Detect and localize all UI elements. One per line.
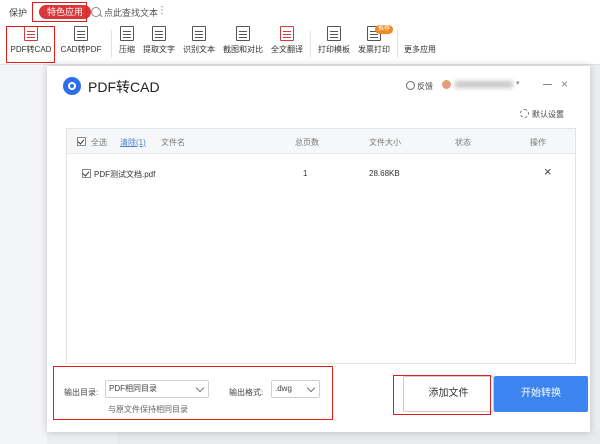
file-table: 全选 清除(1) 文件名 总页数 文件大小 状态 操作 PDF测试文档.pdf … — [66, 128, 576, 364]
avatar[interactable] — [442, 80, 451, 89]
ribbon-separator — [310, 30, 311, 58]
compress-button[interactable]: 压缩 — [115, 25, 139, 61]
header-action: 操作 — [530, 138, 546, 147]
extract-text-button[interactable]: 提取文字 — [141, 25, 177, 61]
select-all-label: 全选 — [91, 138, 107, 147]
ribbon-separator — [111, 30, 112, 58]
app-logo-icon — [63, 77, 81, 95]
default-settings-button[interactable]: 默认设置 — [520, 109, 564, 120]
document-area — [117, 431, 600, 444]
invoice-print-label: 发票打印 — [358, 45, 390, 54]
clear-link[interactable]: 清除(1) — [120, 137, 146, 148]
tab-protect[interactable]: 保护 — [9, 6, 27, 19]
select-all-checkbox[interactable] — [77, 137, 86, 146]
header-filename: 文件名 — [161, 138, 185, 147]
full-translate-button[interactable]: 全文翻译 — [269, 25, 305, 61]
close-button[interactable]: × — [561, 77, 568, 91]
top-tab-bar: 保护 特色应用 点此查找文本 ⋮ — [0, 0, 600, 24]
ribbon-toolbar: PDF转CAD CAD转PDF 压缩 提取文字 识别文本 截图和对比 全文翻译 … — [0, 24, 600, 65]
highlight-box-tab — [32, 2, 87, 22]
cad-to-pdf-label: CAD转PDF — [60, 45, 102, 54]
cad-to-pdf-button[interactable]: CAD转PDF — [58, 25, 104, 61]
gear-icon — [520, 109, 529, 118]
search-icon[interactable] — [91, 7, 101, 17]
apps-grid-icon — [413, 26, 427, 41]
ocr-text-label: 识别文本 — [183, 45, 215, 54]
dialog-title: PDF转CAD — [88, 79, 160, 95]
ocr-text-button[interactable]: 识别文本 — [181, 25, 217, 61]
printer-icon — [327, 26, 341, 41]
more-apps-button[interactable]: 更多应用 — [401, 25, 439, 61]
compress-label: 压缩 — [119, 45, 135, 54]
header-status: 状态 — [455, 138, 471, 147]
screenshot-icon — [236, 26, 250, 41]
row-pages: 1 — [303, 169, 308, 178]
more-apps-label: 更多应用 — [404, 45, 436, 54]
header-size: 文件大小 — [369, 138, 401, 147]
recommend-badge: 推荐 — [375, 25, 394, 34]
account-name-blurred[interactable] — [455, 81, 513, 88]
highlight-box-add-file — [393, 375, 491, 415]
left-panel — [0, 65, 47, 444]
feedback-link[interactable]: 反馈 — [406, 81, 433, 92]
default-settings-label: 默认设置 — [532, 110, 564, 119]
compress-icon — [120, 26, 134, 41]
feedback-label: 反馈 — [417, 82, 433, 91]
row-filename: PDF测试文档.pdf — [94, 170, 156, 179]
feedback-icon — [406, 81, 415, 90]
minimize-button[interactable] — [543, 84, 552, 85]
print-template-button[interactable]: 打印模板 — [315, 25, 353, 61]
remove-file-button[interactable]: × — [544, 164, 552, 179]
screenshot-compare-button[interactable]: 截图和对比 — [220, 25, 266, 61]
start-convert-button[interactable]: 开始转换 — [494, 376, 588, 412]
print-template-label: 打印模板 — [318, 45, 350, 54]
ribbon-separator — [397, 30, 398, 58]
cad-to-pdf-icon — [74, 26, 88, 41]
highlight-box-output-settings — [53, 366, 333, 420]
full-translate-label: 全文翻译 — [271, 45, 303, 54]
more-options-icon[interactable]: ⋮ — [157, 5, 167, 16]
header-pages: 总页数 — [295, 138, 319, 147]
extract-text-label: 提取文字 — [143, 45, 175, 54]
row-checkbox[interactable] — [82, 169, 91, 178]
screenshot-compare-label: 截图和对比 — [223, 45, 263, 54]
extract-text-icon — [152, 26, 166, 41]
translate-icon — [280, 26, 294, 41]
table-header: 全选 清除(1) 文件名 总页数 文件大小 状态 操作 — [67, 129, 575, 154]
ocr-icon — [192, 26, 206, 41]
row-size: 28.68KB — [369, 169, 400, 178]
search-text[interactable]: 点此查找文本 — [104, 6, 158, 19]
highlight-box-pdf-to-cad — [6, 26, 55, 63]
chevron-down-icon[interactable]: ▾ — [516, 79, 520, 87]
